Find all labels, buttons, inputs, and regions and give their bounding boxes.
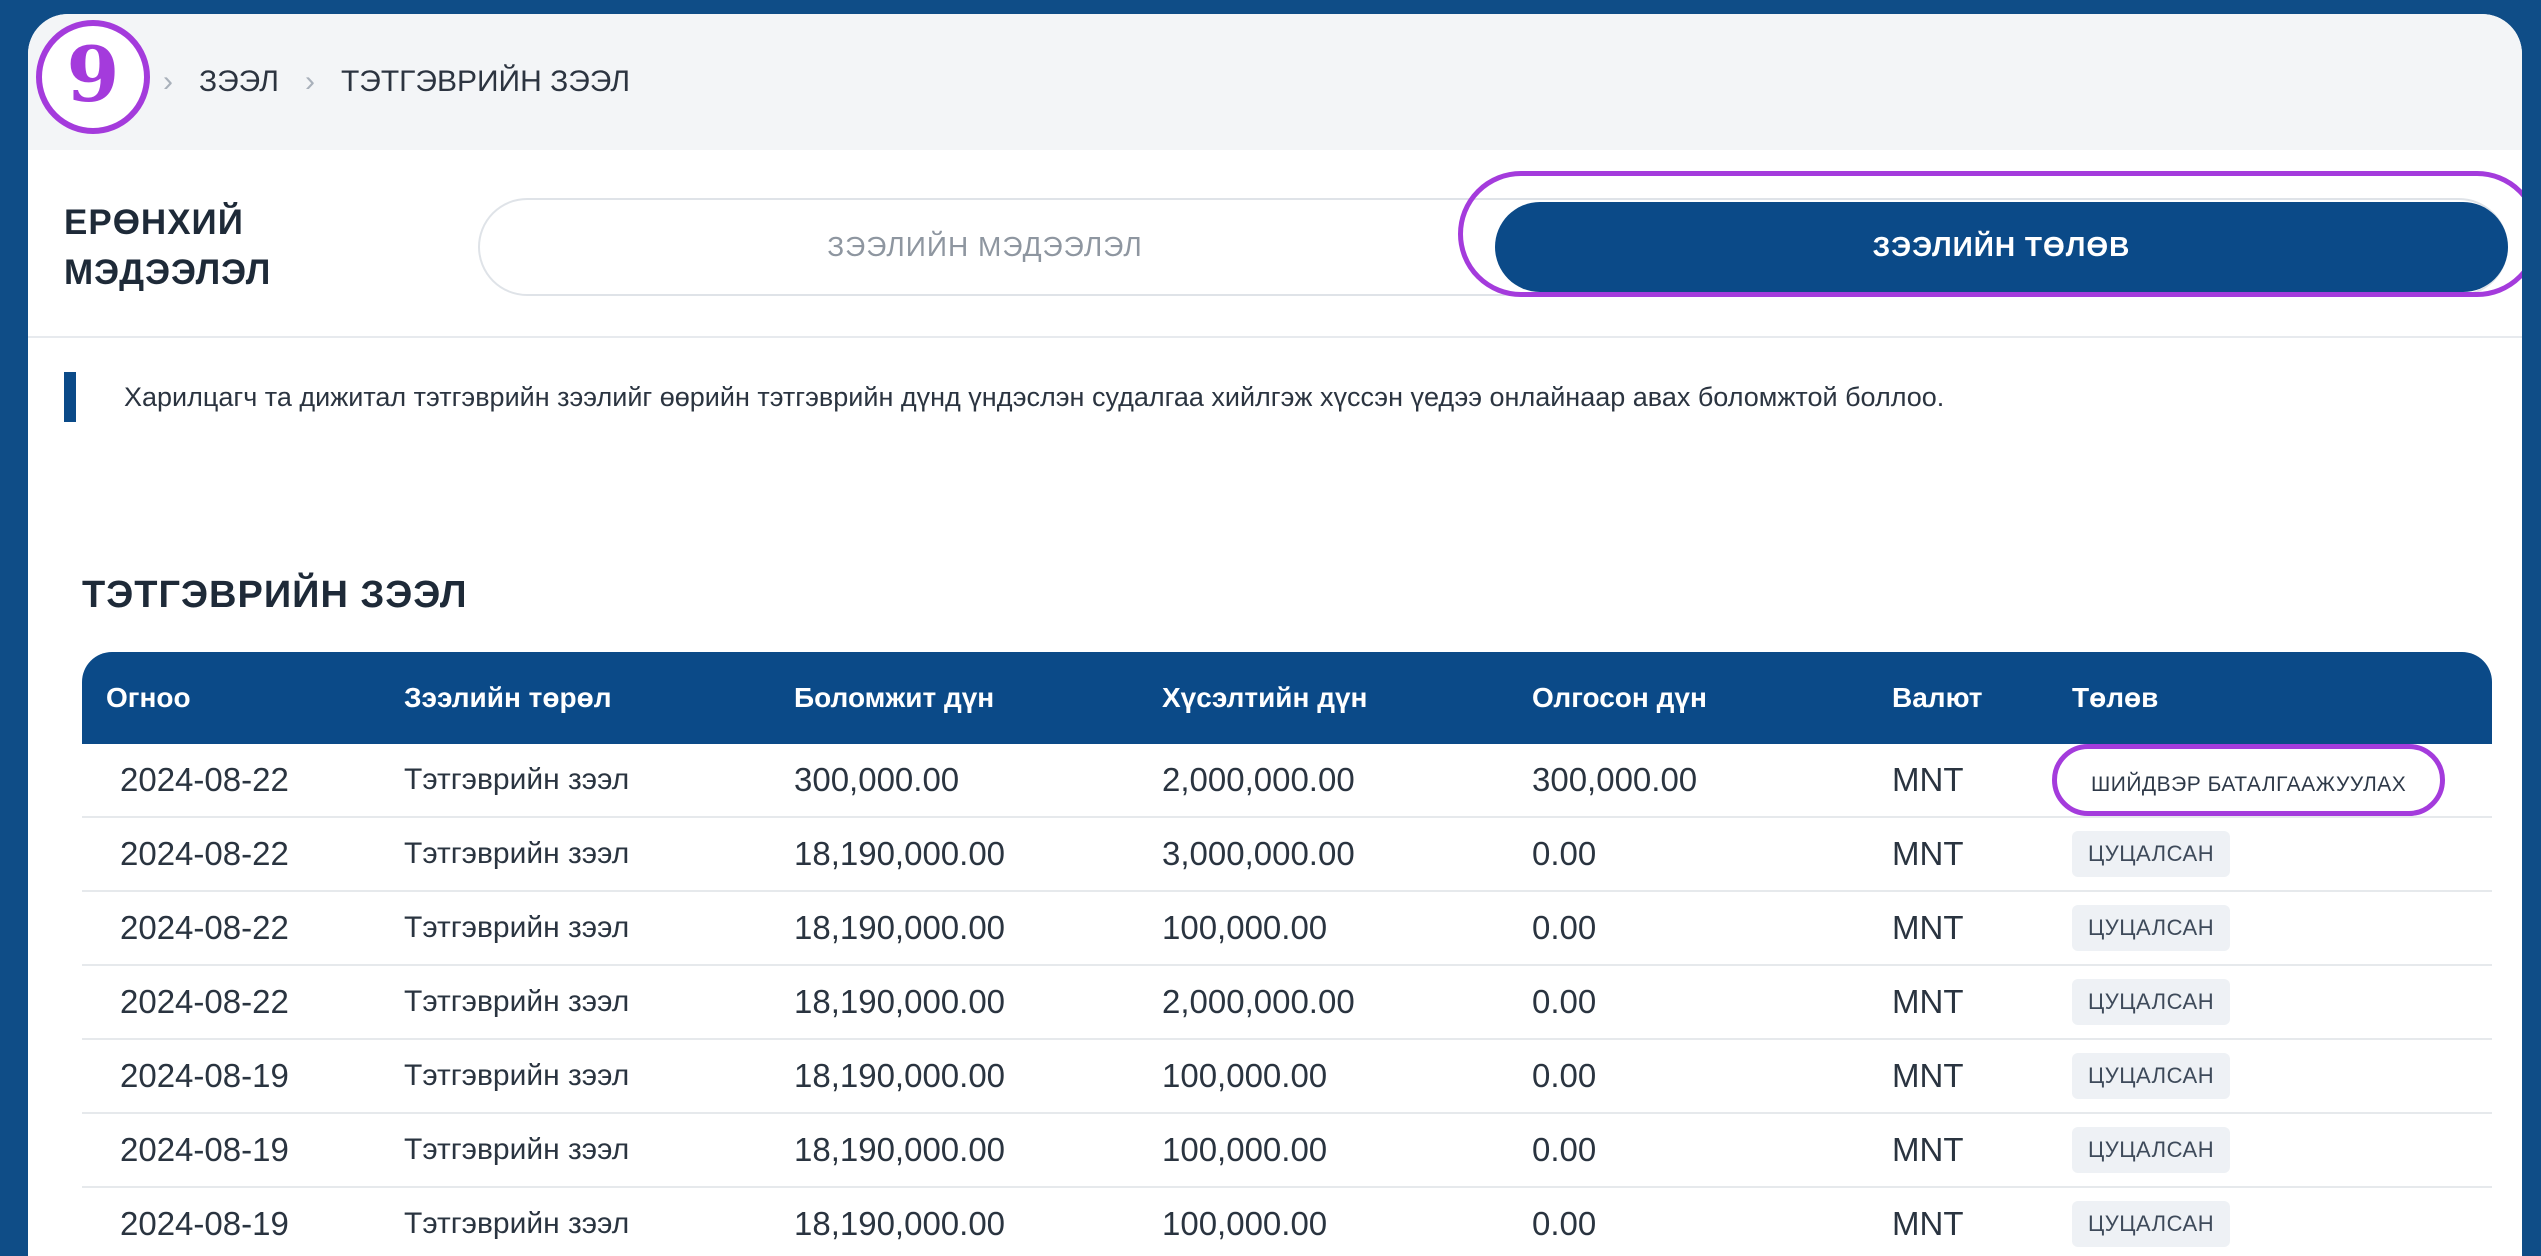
cell-date: 2024-08-19 (82, 1113, 404, 1188)
cell-loan-type: Тэтгэврийн зээл (404, 891, 794, 966)
breadcrumb-bar: › ЗЭЭЛ › ТЭТГЭВРИЙН ЗЭЭЛ (28, 14, 2522, 150)
cell-disbursed-amount: 0.00 (1532, 891, 1892, 966)
cell-status: ЦУЦАЛСАН (2072, 891, 2492, 966)
cell-requested-amount: 3,000,000.00 (1162, 817, 1532, 892)
cell-disbursed-amount: 0.00 (1532, 965, 1892, 1040)
chevron-right-icon: › (163, 65, 173, 98)
section-title-line2: МЭДЭЭЛЭЛ (64, 253, 272, 292)
header-requested-amount: Хүсэлтийн дүн (1162, 652, 1532, 744)
status-badge: ЦУЦАЛСАН (2072, 979, 2231, 1025)
cell-status: ШИЙДВЭР БАТАЛГААЖУУЛАХ (2052, 744, 2492, 818)
cell-available-amount: 18,190,000.00 (794, 1039, 1162, 1114)
step-number-badge: 9 (36, 20, 150, 134)
cell-date: 2024-08-19 (82, 1187, 404, 1256)
status-badge: ЦУЦАЛСАН (2072, 831, 2231, 877)
cell-date: 2024-08-22 (82, 817, 404, 892)
cell-currency: MNT (1892, 1187, 2072, 1256)
header-section: ЕРӨНХИЙ МЭДЭЭЛЭЛ ЗЭЭЛИЙН МЭДЭЭЛЭЛ ЗЭЭЛИЙ… (28, 150, 2522, 338)
cell-loan-type: Тэтгэврийн зээл (404, 1113, 794, 1188)
table-row[interactable]: 2024-08-22 Тэтгэврийн зээл 18,190,000.00… (82, 817, 2492, 892)
cell-disbursed-amount: 0.00 (1532, 1039, 1892, 1114)
confirm-decision-button[interactable]: ШИЙДВЭР БАТАЛГААЖУУЛАХ (2052, 744, 2446, 816)
tab-loan-info[interactable]: ЗЭЭЛИЙН МЭДЭЭЛЭЛ (480, 200, 1490, 294)
cell-disbursed-amount: 0.00 (1532, 1113, 1892, 1188)
section-title: ЕРӨНХИЙ МЭДЭЭЛЭЛ (64, 198, 271, 298)
status-badge: ЦУЦАЛСАН (2072, 1127, 2231, 1173)
cell-available-amount: 18,190,000.00 (794, 891, 1162, 966)
notice-text: Харилцагч та дижитал тэтгэврийн зээлийг … (64, 372, 2074, 422)
cell-currency: MNT (1892, 1113, 2072, 1188)
cell-loan-type: Тэтгэврийн зээл (404, 744, 794, 818)
page-frame: › ЗЭЭЛ › ТЭТГЭВРИЙН ЗЭЭЛ 9 ЕРӨНХИЙ МЭДЭЭ… (28, 14, 2522, 1256)
cell-available-amount: 18,190,000.00 (794, 1187, 1162, 1256)
cell-loan-type: Тэтгэврийн зээл (404, 965, 794, 1040)
cell-requested-amount: 100,000.00 (1162, 1039, 1532, 1114)
step-number: 9 (66, 30, 120, 119)
cell-requested-amount: 2,000,000.00 (1162, 744, 1532, 818)
cell-disbursed-amount: 300,000.00 (1532, 744, 1892, 818)
cell-currency: MNT (1892, 1039, 2072, 1114)
header-date: Огноо (82, 652, 404, 744)
table-row[interactable]: 2024-08-19 Тэтгэврийн зээл 18,190,000.00… (82, 1039, 2492, 1114)
cell-disbursed-amount: 0.00 (1532, 1187, 1892, 1256)
breadcrumb: › ЗЭЭЛ › ТЭТГЭВРИЙН ЗЭЭЛ (163, 14, 630, 150)
table-row[interactable]: 2024-08-19 Тэтгэврийн зээл 18,190,000.00… (82, 1113, 2492, 1188)
table-row[interactable]: 2024-08-22 Тэтгэврийн зээл 18,190,000.00… (82, 965, 2492, 1040)
cell-status: ЦУЦАЛСАН (2072, 1039, 2492, 1114)
cell-loan-type: Тэтгэврийн зээл (404, 1039, 794, 1114)
cell-status: ЦУЦАЛСАН (2072, 1113, 2492, 1188)
status-badge: ЦУЦАЛСАН (2072, 905, 2231, 951)
section-title-line1: ЕРӨНХИЙ (64, 203, 244, 242)
tab-group: ЗЭЭЛИЙН МЭДЭЭЛЭЛ ЗЭЭЛИЙН ТӨЛӨВ (478, 198, 2508, 296)
cell-available-amount: 18,190,000.00 (794, 965, 1162, 1040)
cell-currency: MNT (1892, 817, 2072, 892)
cell-loan-type: Тэтгэврийн зээл (404, 1187, 794, 1256)
header-loan-type: Зээлийн төрөл (404, 652, 794, 744)
table-row[interactable]: 2024-08-22 Тэтгэврийн зээл 300,000.00 2,… (82, 744, 2492, 818)
cell-date: 2024-08-22 (82, 965, 404, 1040)
cell-status: ЦУЦАЛСАН (2072, 1187, 2492, 1256)
cell-available-amount: 18,190,000.00 (794, 1113, 1162, 1188)
cell-date: 2024-08-22 (82, 891, 404, 966)
cell-requested-amount: 100,000.00 (1162, 891, 1532, 966)
status-badge: ЦУЦАЛСАН (2072, 1201, 2231, 1247)
header-disbursed-amount: Олгосон дүн (1532, 652, 1892, 744)
status-badge: ЦУЦАЛСАН (2072, 1053, 2231, 1099)
cell-date: 2024-08-22 (82, 744, 404, 818)
header-status: Төлөв (2072, 652, 2492, 744)
tab-loan-status[interactable]: ЗЭЭЛИЙН ТӨЛӨВ (1495, 202, 2508, 292)
cell-currency: MNT (1892, 965, 2072, 1040)
header-currency: Валют (1892, 652, 2072, 744)
cell-currency: MNT (1892, 891, 2072, 966)
cell-status: ЦУЦАЛСАН (2072, 817, 2492, 892)
table-row[interactable]: 2024-08-22 Тэтгэврийн зээл 18,190,000.00… (82, 891, 2492, 966)
cell-requested-amount: 100,000.00 (1162, 1113, 1532, 1188)
cell-disbursed-amount: 0.00 (1532, 817, 1892, 892)
cell-loan-type: Тэтгэврийн зээл (404, 817, 794, 892)
cell-requested-amount: 2,000,000.00 (1162, 965, 1532, 1040)
loan-table: Огноо Зээлийн төрөл Боломжит дүн Хүсэлти… (82, 652, 2492, 1256)
table-row[interactable]: 2024-08-19 Тэтгэврийн зээл 18,190,000.00… (82, 1187, 2492, 1256)
cell-available-amount: 18,190,000.00 (794, 817, 1162, 892)
chevron-right-icon: › (304, 65, 315, 98)
cell-status: ЦУЦАЛСАН (2072, 965, 2492, 1040)
table-title: ТЭТГЭВРИЙН ЗЭЭЛ (82, 574, 468, 616)
cell-date: 2024-08-19 (82, 1039, 404, 1114)
cell-available-amount: 300,000.00 (794, 744, 1162, 818)
header-available-amount: Боломжит дүн (794, 652, 1162, 744)
table-header-row: Огноо Зээлийн төрөл Боломжит дүн Хүсэлти… (82, 652, 2492, 744)
cell-requested-amount: 100,000.00 (1162, 1187, 1532, 1256)
cell-currency: MNT (1892, 744, 2072, 818)
status-badge: ШИЙДВЭР БАТАЛГААЖУУЛАХ (2091, 773, 2407, 796)
breadcrumb-item-pension-loan[interactable]: ТЭТГЭВРИЙН ЗЭЭЛ (341, 65, 630, 99)
breadcrumb-item-loan[interactable]: ЗЭЭЛ (199, 65, 279, 99)
